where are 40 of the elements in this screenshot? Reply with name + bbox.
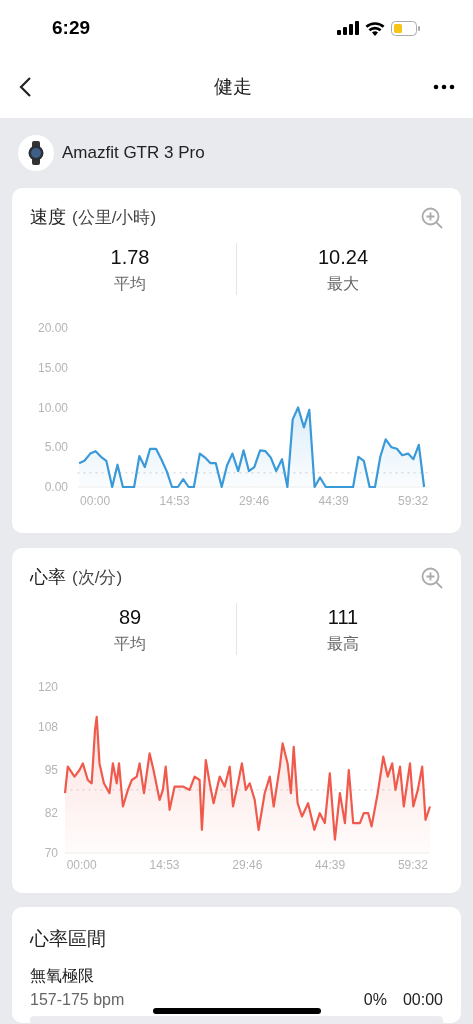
y-axis-label: 5.00	[44, 440, 68, 455]
y-axis-label: 15.00	[37, 360, 68, 375]
x-axis-label: 44:39	[318, 494, 349, 508]
x-axis-label: 59:32	[397, 858, 428, 872]
stat-value: 111	[327, 605, 359, 630]
page-title: 健走	[213, 74, 252, 99]
zone-time: 00:00	[402, 989, 443, 1010]
x-axis-label: 00:00	[66, 858, 97, 872]
x-axis-label: 44:39	[315, 858, 346, 872]
x-axis-label: 14:53	[159, 494, 190, 508]
zone-range: 157-175 bpm	[30, 989, 125, 1010]
stat-label: 最高	[327, 634, 359, 654]
stat-label: 最大	[327, 274, 359, 294]
y-axis-label: 95	[44, 763, 58, 777]
x-axis-label: 29:46	[239, 494, 270, 508]
y-axis-label: 120	[37, 680, 58, 694]
status-time: 6:29	[52, 15, 91, 40]
zone-percent: 0%	[363, 989, 387, 1010]
y-axis-label: 82	[44, 806, 58, 821]
unit-label: (次/分)	[72, 567, 123, 589]
stat-label: 平均	[114, 634, 146, 654]
device-name: Amazfit GTR 3 Pro	[62, 142, 205, 165]
unit-label: (公里/小時)	[72, 207, 157, 229]
x-axis-label: 14:53	[149, 858, 180, 872]
y-axis-label: 108	[37, 719, 58, 734]
y-axis-label: 70	[44, 846, 58, 860]
stat-value: 1.78	[110, 245, 150, 270]
stat-value: 89	[118, 605, 142, 630]
x-axis-label: 29:46	[232, 858, 263, 872]
y-axis-label: 20.00	[37, 321, 68, 335]
card-title: 心率	[30, 566, 66, 589]
stat-value: 10.24	[317, 245, 369, 270]
card-title: 速度	[30, 206, 66, 229]
x-axis-label: 00:00	[80, 494, 111, 508]
y-axis-label: 10.00	[37, 400, 68, 415]
zone-name: 無氧極限	[30, 965, 94, 986]
x-axis-label: 59:32	[398, 494, 429, 508]
section-title: 心率區間	[30, 927, 107, 951]
y-axis-label: 0.00	[44, 480, 68, 494]
stat-label: 平均	[114, 274, 146, 294]
